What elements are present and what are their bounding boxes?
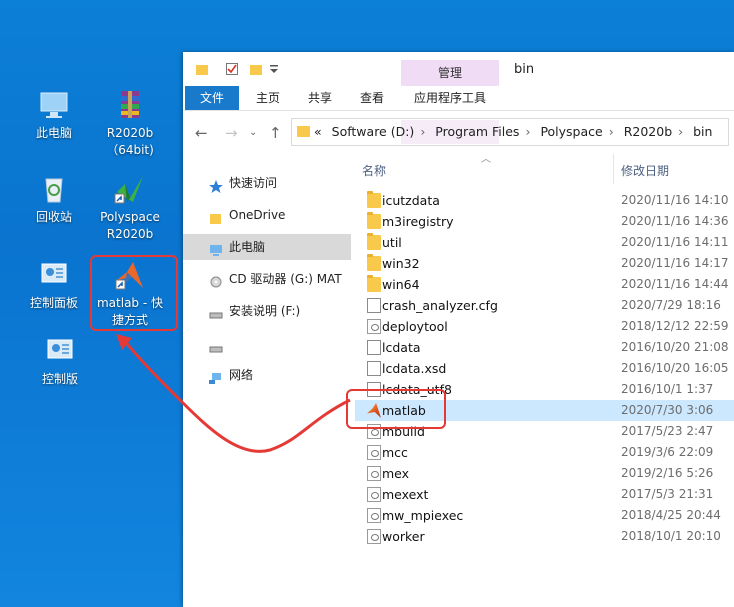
- annotation-arrow: [116, 334, 351, 453]
